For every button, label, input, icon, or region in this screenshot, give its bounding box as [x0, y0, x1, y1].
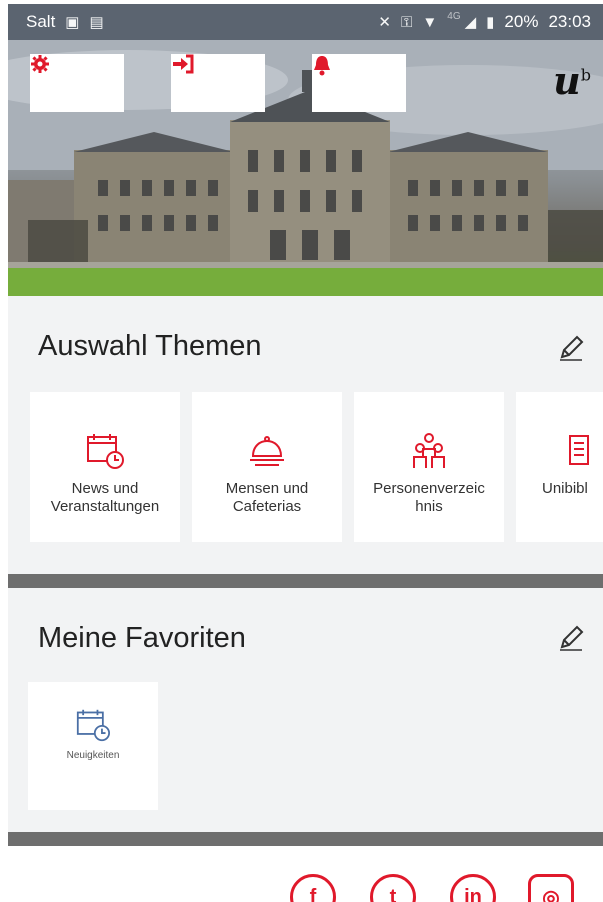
facebook-icon: f — [309, 885, 317, 902]
tile-label-line2: Cafeterias — [232, 498, 302, 515]
edit-favorites-icon[interactable] — [557, 624, 585, 652]
tile-label-line1: Personenverzeic — [373, 480, 485, 497]
people-directory-icon — [413, 433, 445, 468]
gallery-icon: ▣ — [65, 14, 80, 31]
favorite-tile-neuigkeiten[interactable]: Neuigkeiten — [28, 682, 158, 810]
tile-label-line2: Veranstaltungen — [50, 498, 160, 515]
linkedin-icon: in — [464, 885, 482, 902]
cloche-icon — [250, 436, 284, 466]
signal-icon: ◢ — [464, 14, 477, 31]
status-bar: Salt ▣ ▤ ✕ ⚿ ▼ 4G ◢ ▮ 20% 23:03 — [8, 4, 603, 40]
linkedin-link[interactable]: in — [450, 874, 496, 902]
mute-icon: ✕ — [378, 14, 391, 31]
screenshot-icon: ▤ — [89, 14, 104, 31]
themes-title: Auswahl Themen — [38, 330, 262, 362]
hero-banner: ub — [8, 40, 603, 296]
tile-label-line2: hnis — [415, 498, 443, 515]
gear-icon — [31, 55, 49, 73]
instagram-icon: ◎ — [542, 886, 560, 902]
calendar-clock-icon — [76, 709, 110, 742]
bell-icon — [314, 56, 330, 76]
battery-percent: 20% — [504, 12, 539, 31]
login-button[interactable] — [171, 54, 265, 112]
edit-themes-icon[interactable] — [557, 334, 585, 362]
battery-icon: ▮ — [486, 14, 495, 31]
tile-label-line1: Mensen und — [225, 480, 309, 497]
section-divider — [8, 832, 603, 846]
tile-label-line1: News und — [71, 480, 139, 497]
facebook-link[interactable]: f — [290, 874, 336, 902]
tile-label-line1: Unibibl — [542, 480, 588, 497]
university-logo: ub — [553, 58, 591, 103]
favorites-title: Meine Favoriten — [38, 622, 246, 654]
favorites-section: Meine Favoriten Neuigkeiten — [8, 588, 603, 832]
tile-label: News und Veranstaltungen — [35, 480, 175, 516]
network-type-label: 4G — [447, 10, 461, 22]
tile-label: Personenverzeic hnis — [359, 480, 499, 516]
sign-in-icon — [173, 54, 194, 74]
vpn-key-icon: ⚿ — [400, 13, 413, 31]
twitter-link[interactable]: t — [370, 874, 416, 902]
theme-tile-news[interactable]: News und Veranstaltungen — [30, 392, 180, 542]
wifi-icon: ▼ — [422, 13, 438, 31]
section-divider — [8, 574, 603, 588]
clock-time: 23:03 — [548, 12, 591, 31]
favorite-label: Neuigkeiten — [66, 750, 120, 761]
instagram-link[interactable]: ◎ — [528, 874, 574, 902]
settings-button[interactable] — [30, 54, 124, 112]
book-icon — [568, 435, 589, 465]
calendar-clock-icon — [87, 434, 124, 469]
logo-letter: u — [553, 58, 581, 103]
theme-tile-unibibliothek[interactable]: Unibibl — [516, 392, 603, 542]
notifications-button[interactable] — [312, 54, 406, 112]
tile-label: Unibibl — [516, 480, 588, 498]
carrier-label: Salt — [26, 12, 56, 31]
themes-section: Auswahl Themen News und Veranstaltungen … — [8, 296, 603, 574]
social-links: f t in ◎ — [8, 846, 603, 902]
theme-tile-mensen[interactable]: Mensen und Cafeterias — [192, 392, 342, 542]
theme-tile-personen[interactable]: Personenverzeic hnis — [354, 392, 504, 542]
logo-sup: b — [580, 65, 591, 85]
twitter-icon: t — [389, 885, 397, 902]
tile-label: Mensen und Cafeterias — [197, 480, 337, 516]
